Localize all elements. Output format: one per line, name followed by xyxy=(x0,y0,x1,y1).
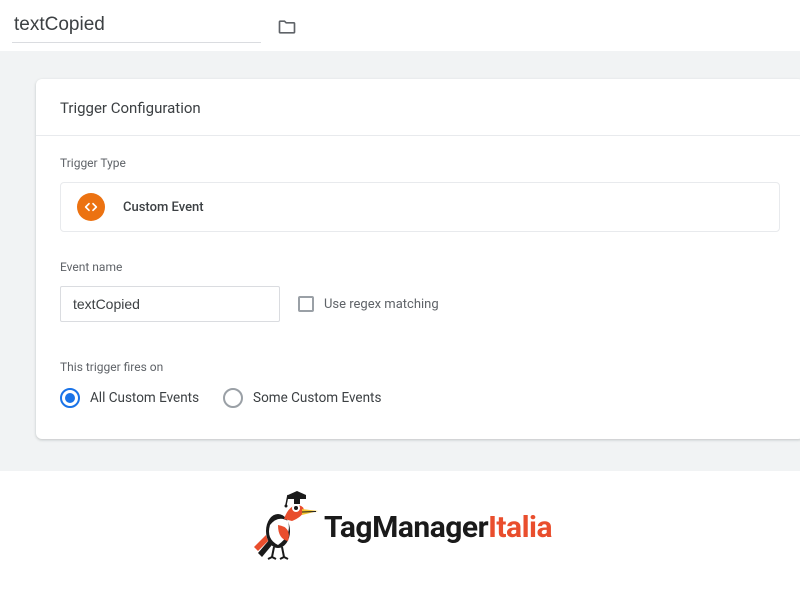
brand-part1: TagManager xyxy=(324,510,488,545)
custom-event-icon xyxy=(77,193,105,221)
folder-icon[interactable] xyxy=(277,17,297,37)
regex-checkbox[interactable] xyxy=(298,296,314,312)
brand-part2: Italia xyxy=(488,510,552,545)
radio-all-custom-events[interactable]: All Custom Events xyxy=(60,388,199,408)
trigger-type-label: Custom Event xyxy=(123,200,204,215)
trigger-name-input[interactable] xyxy=(12,10,261,43)
radio-all-label: All Custom Events xyxy=(90,390,199,406)
trigger-type-selector[interactable]: Custom Event xyxy=(60,182,780,232)
footer-logo: TagManagerItalia xyxy=(0,471,800,569)
regex-checkbox-wrap[interactable]: Use regex matching xyxy=(298,296,439,312)
woodpecker-icon xyxy=(248,485,318,569)
trigger-type-section-label: Trigger Type xyxy=(60,156,780,170)
event-name-section-label: Event name xyxy=(60,260,780,274)
radio-some-label: Some Custom Events xyxy=(253,390,381,406)
card-body: Trigger Type Custom Event Event name Use… xyxy=(36,136,800,432)
radio-some-custom-events[interactable]: Some Custom Events xyxy=(223,388,381,408)
fires-on-section-label: This trigger fires on xyxy=(60,360,780,374)
radio-all-indicator xyxy=(60,388,80,408)
fires-on-radio-group: All Custom Events Some Custom Events xyxy=(60,388,780,408)
event-name-input[interactable] xyxy=(60,286,280,322)
event-name-row: Use regex matching xyxy=(60,286,780,322)
brand-text: TagManagerItalia xyxy=(324,510,552,545)
trigger-config-card: Trigger Configuration Trigger Type Custo… xyxy=(36,79,800,439)
card-header: Trigger Configuration xyxy=(36,79,800,136)
radio-some-indicator xyxy=(223,388,243,408)
regex-checkbox-label: Use regex matching xyxy=(324,297,439,312)
title-bar xyxy=(0,0,800,51)
content-area: Trigger Configuration Trigger Type Custo… xyxy=(0,51,800,471)
